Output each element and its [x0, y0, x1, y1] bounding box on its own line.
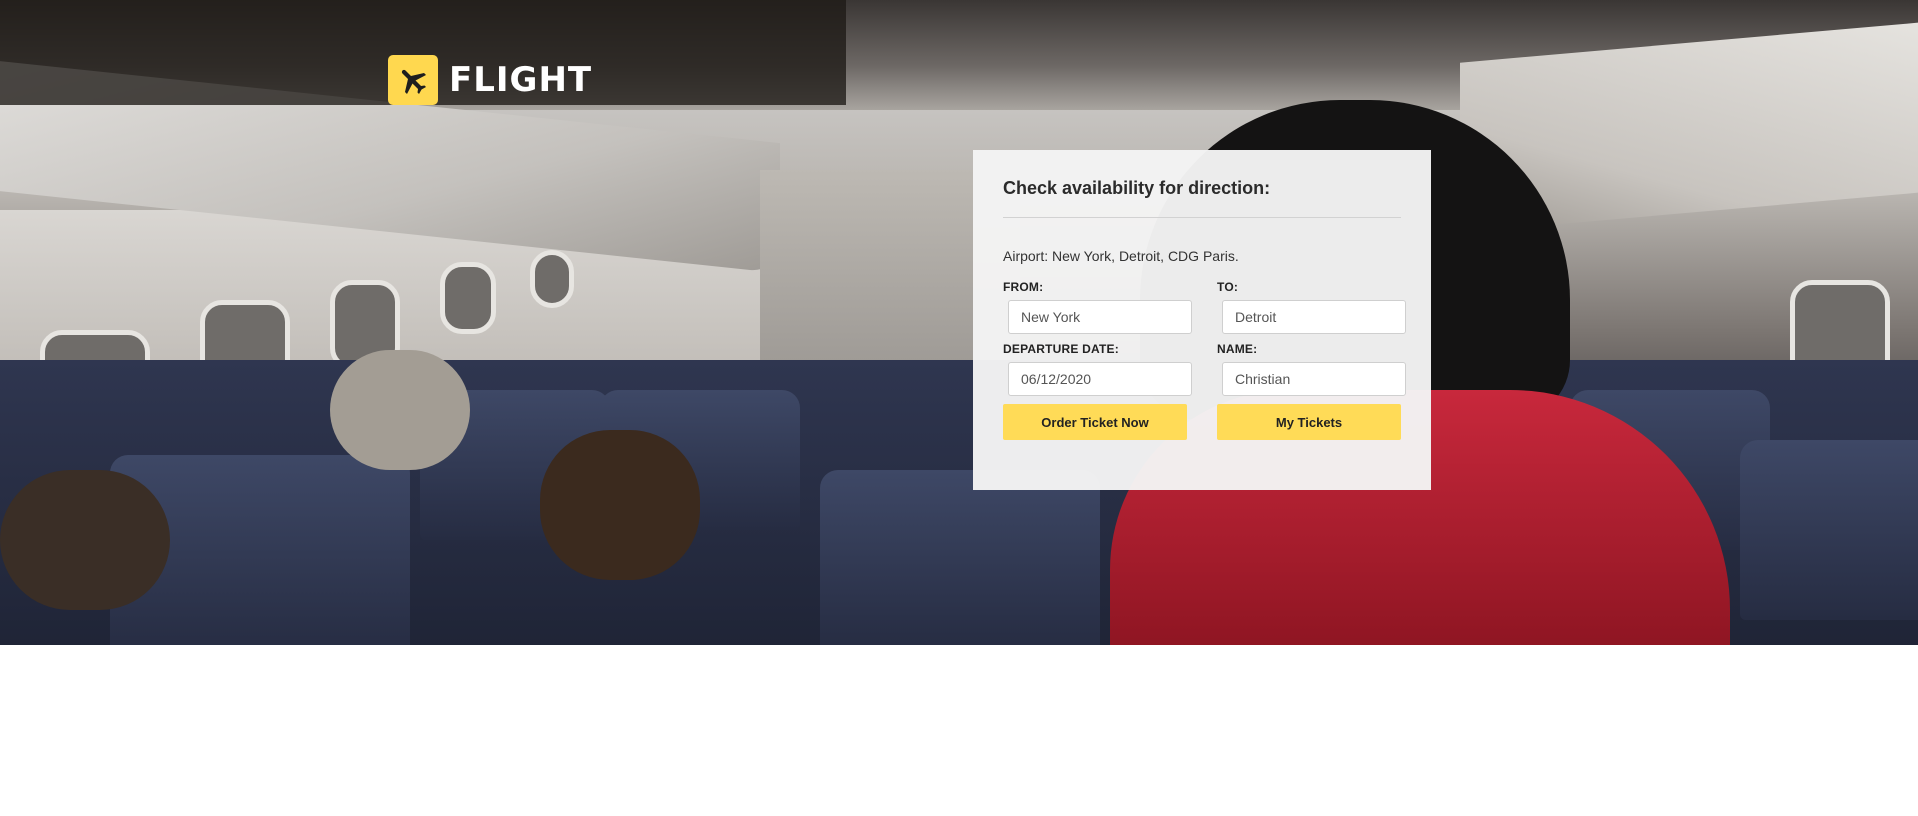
- departure-date-input[interactable]: [1008, 362, 1192, 396]
- to-label: TO:: [1217, 280, 1239, 294]
- order-ticket-button[interactable]: Order Ticket Now: [1003, 404, 1187, 440]
- divider: [1003, 217, 1401, 218]
- brand-name: FLIGHT: [449, 60, 593, 100]
- departure-date-field: DEPARTURE DATE:: [1003, 342, 1192, 396]
- from-field: FROM:: [1003, 280, 1192, 334]
- airplane-icon: [388, 55, 438, 105]
- booking-title: Check availability for direction:: [1003, 178, 1271, 198]
- from-input[interactable]: [1008, 300, 1192, 334]
- booking-panel: Check availability for direction: Airpor…: [973, 150, 1431, 490]
- departure-date-label: DEPARTURE DATE:: [1003, 342, 1119, 356]
- site-logo[interactable]: FLIGHT: [388, 55, 592, 105]
- header-bar: FLIGHT: [0, 0, 846, 105]
- name-field: NAME:: [1217, 342, 1406, 396]
- to-input[interactable]: [1222, 300, 1406, 334]
- my-tickets-button[interactable]: My Tickets: [1217, 404, 1401, 440]
- from-label: FROM:: [1003, 280, 1044, 294]
- name-input[interactable]: [1222, 362, 1406, 396]
- airports-text: Airport: New York, Detroit, CDG Paris.: [1003, 248, 1239, 264]
- to-field: TO:: [1217, 280, 1406, 334]
- name-label: NAME:: [1217, 342, 1258, 356]
